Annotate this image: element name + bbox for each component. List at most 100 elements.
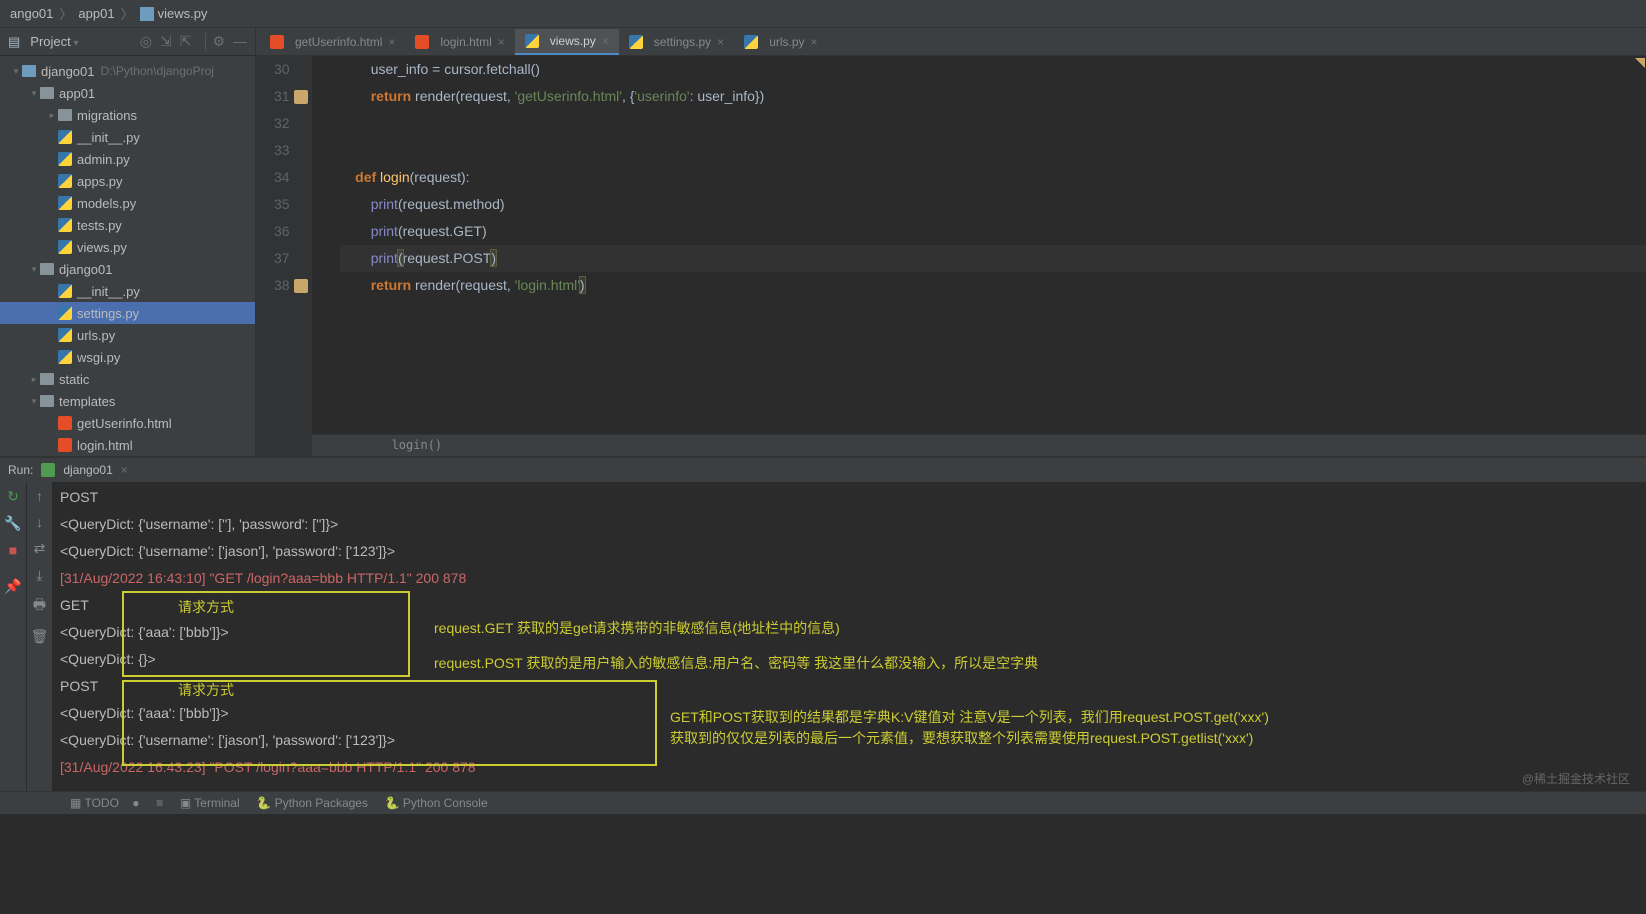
tree-item-django01[interactable]: ▾django01 — [0, 258, 255, 280]
py-icon — [525, 34, 539, 48]
print-icon[interactable]: 🖶 — [33, 594, 46, 618]
down-icon[interactable]: ↓ — [36, 514, 43, 530]
py-icon — [58, 218, 72, 232]
tree-item-apps-py[interactable]: apps.py — [0, 170, 255, 192]
python-file-icon — [140, 7, 154, 21]
error-stripe[interactable] — [1634, 56, 1646, 434]
py-icon — [58, 306, 72, 320]
folder-icon — [40, 373, 54, 385]
run-config-close-icon[interactable]: × — [121, 463, 128, 477]
tree-item-urls-py[interactable]: urls.py — [0, 324, 255, 346]
tree-label: django01 — [41, 64, 95, 79]
tab-urls-py[interactable]: urls.py× — [734, 29, 827, 55]
project-view-icon: ▤ — [8, 34, 20, 50]
scroll-end-icon[interactable]: ⤓ — [36, 567, 42, 584]
tree-item-settings-py[interactable]: settings.py — [0, 302, 255, 324]
folder-icon — [58, 109, 72, 121]
status-bar[interactable]: ▦ TODO ● ≡ ▣ Terminal 🐍 Python Packages … — [0, 791, 1646, 814]
annotation-text: 请求方式 — [178, 677, 234, 704]
pin-icon[interactable]: 📌 — [4, 578, 21, 595]
tree-label: tests.py — [77, 218, 122, 233]
close-tab-icon[interactable]: × — [717, 35, 724, 49]
breadcrumb: ango01 〉 app01 〉 views.py — [0, 0, 1646, 28]
run-title: Run: — [8, 463, 33, 477]
tree-item-templates[interactable]: ▾templates — [0, 390, 255, 412]
warning-indicator-icon — [1635, 58, 1645, 68]
breadcrumb-item[interactable]: views.py — [158, 6, 208, 21]
stop2-icon[interactable]: ■ — [9, 542, 17, 558]
tree-label: static — [59, 372, 89, 387]
stop-icon[interactable]: 🔧 — [4, 515, 21, 532]
up-icon[interactable]: ↑ — [36, 488, 43, 504]
py-icon — [58, 196, 72, 210]
hide-icon[interactable]: — — [233, 33, 247, 50]
tree-item-app01[interactable]: ▾app01 — [0, 82, 255, 104]
run-config-name[interactable]: django01 — [63, 463, 112, 477]
gutter: 303132333435363738 — [256, 56, 312, 456]
structure-breadcrumb[interactable]: login() — [312, 434, 1646, 456]
project-dropdown[interactable]: Project — [30, 34, 78, 49]
collapse-all-icon[interactable]: ⇱ — [180, 33, 192, 50]
tab-getUserinfo-html[interactable]: getUserinfo.html× — [260, 29, 405, 55]
py-icon — [58, 350, 72, 364]
tree-item-__init__-py[interactable]: __init__.py — [0, 280, 255, 302]
tree-item-migrations[interactable]: ▸migrations — [0, 104, 255, 126]
tree-label: migrations — [77, 108, 137, 123]
project-tree[interactable]: ▾django01D:\Python\djangoProj▾app01▸migr… — [0, 56, 255, 456]
tree-item-tests-py[interactable]: tests.py — [0, 214, 255, 236]
folder-icon — [40, 263, 54, 275]
select-opened-file-icon[interactable]: ◎ — [140, 33, 152, 50]
annotation-text: 请求方式 — [178, 594, 234, 621]
tree-item-views-py[interactable]: views.py — [0, 236, 255, 258]
tree-item-static[interactable]: ▸static — [0, 368, 255, 390]
clear-all-icon[interactable]: 🗑 — [31, 628, 49, 645]
tree-item-__init__-py[interactable]: __init__.py — [0, 126, 255, 148]
annotation-text: 获取到的仅仅是列表的最后一个元素值，要想获取整个列表需要使用request.PO… — [670, 725, 1253, 752]
tree-item-getUserinfo-html[interactable]: getUserinfo.html — [0, 412, 255, 434]
py-icon — [58, 284, 72, 298]
tree-label: app01 — [59, 86, 95, 101]
tree-item-login-html[interactable]: login.html — [0, 434, 255, 456]
tree-label: views.py — [77, 240, 127, 255]
tree-label: models.py — [77, 196, 136, 211]
annotation-text: request.GET 获取的是get请求携带的非敏感信息(地址栏中的信息) — [434, 615, 840, 642]
console-output[interactable]: POST <QueryDict: {'username': [''], 'pas… — [52, 482, 1646, 791]
tree-item-wsgi-py[interactable]: wsgi.py — [0, 346, 255, 368]
tree-label: login.html — [77, 438, 133, 453]
close-tab-icon[interactable]: × — [811, 35, 818, 49]
rerun-icon[interactable]: ↻ — [7, 488, 19, 505]
breadcrumb-item[interactable]: ango01 — [10, 6, 53, 21]
run-tool-window: Run: django01 × ↻ 🔧 ■ 📌 ↑ ↓ ⇄ ⤓ 🖶 🗑 POST… — [0, 456, 1646, 791]
py-icon — [58, 152, 72, 166]
folder-icon — [40, 87, 54, 99]
tree-label: getUserinfo.html — [77, 416, 172, 431]
tree-label: __init__.py — [77, 284, 140, 299]
close-tab-icon[interactable]: × — [388, 35, 395, 49]
editor-tabs[interactable]: getUserinfo.html×login.html×views.py×set… — [256, 28, 1646, 56]
tab-settings-py[interactable]: settings.py× — [619, 29, 734, 55]
tree-item-models-py[interactable]: models.py — [0, 192, 255, 214]
tree-item-django01[interactable]: ▾django01D:\Python\djangoProj — [0, 60, 255, 82]
expand-all-icon[interactable]: ⇲ — [160, 33, 172, 50]
tab-login-html[interactable]: login.html× — [405, 29, 514, 55]
py-icon — [744, 35, 758, 49]
close-tab-icon[interactable]: × — [498, 35, 505, 49]
html-icon — [58, 438, 72, 452]
gutter-marker-icon — [294, 90, 308, 104]
tree-label: django01 — [59, 262, 113, 277]
html-icon — [270, 35, 284, 49]
py-icon — [58, 240, 72, 254]
close-tab-icon[interactable]: × — [602, 34, 609, 48]
html-icon — [415, 35, 429, 49]
settings-icon[interactable]: ⚙ — [205, 33, 225, 50]
tree-label: settings.py — [77, 306, 139, 321]
code-editor[interactable]: 303132333435363738 user_info = cursor.fe… — [256, 56, 1646, 456]
watermark: @稀土掘金技术社区 — [1522, 770, 1630, 787]
soft-wrap-icon[interactable]: ⇄ — [34, 540, 46, 557]
breadcrumb-item[interactable]: app01 — [78, 6, 114, 21]
py-icon — [58, 174, 72, 188]
tab-views-py[interactable]: views.py× — [515, 29, 619, 55]
annotation-text: request.POST 获取的是用户输入的敏感信息:用户名、密码等 我这里什么… — [434, 650, 1038, 677]
tree-item-admin-py[interactable]: admin.py — [0, 148, 255, 170]
tree-label: wsgi.py — [77, 350, 120, 365]
